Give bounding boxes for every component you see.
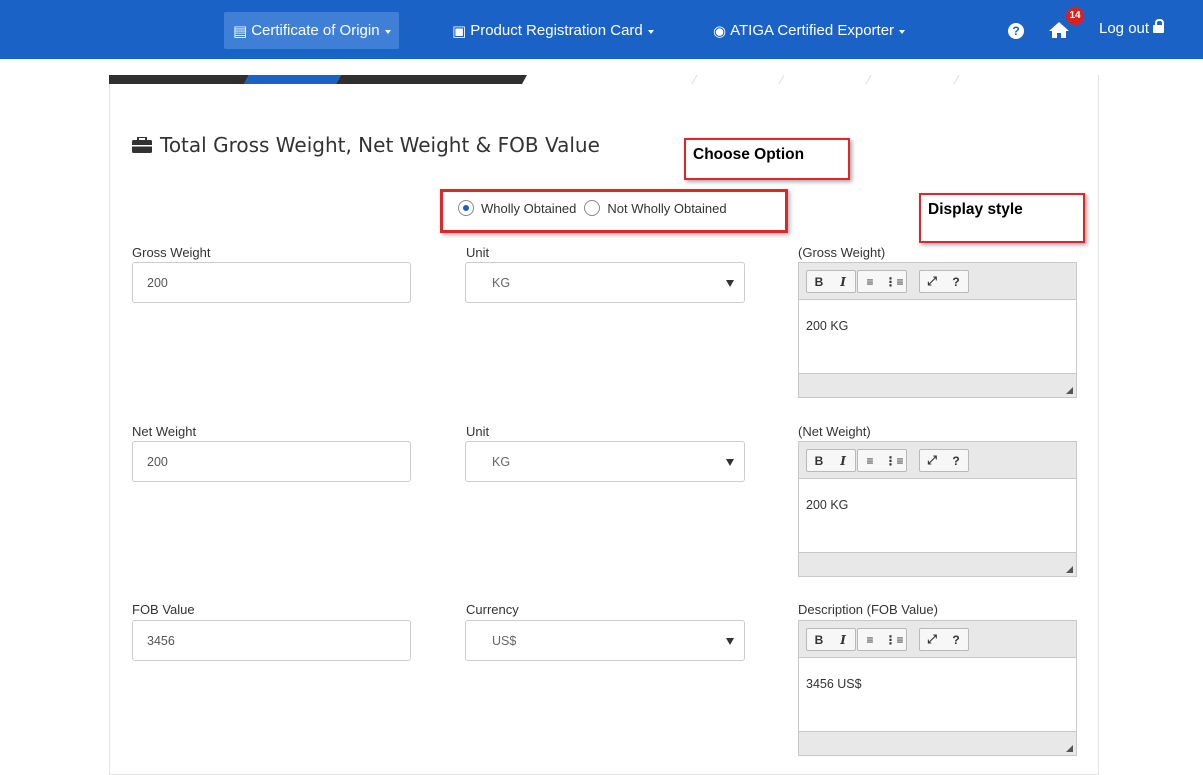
editor-statusbar [799, 552, 1076, 576]
italic-button[interactable]: I [831, 450, 855, 471]
certified-exporter-icon: ◉ [713, 22, 727, 40]
section-title: Total Gross Weight, Net Weight & FOB Val… [132, 133, 600, 157]
bold-button[interactable]: B [807, 629, 831, 650]
chevron-down-icon [899, 30, 906, 34]
italic-button[interactable]: I [831, 271, 855, 292]
nav-product-registration-card[interactable]: ▣ Product Registration Card [452, 12, 654, 49]
fob-editor-label: Description (FOB Value) [798, 602, 938, 617]
help-icon[interactable]: ? [1008, 23, 1024, 39]
radio-wholly-obtained[interactable] [458, 200, 474, 216]
net-weight-input[interactable]: 200 [132, 441, 411, 482]
choose-option-text: Choose Option [693, 146, 805, 163]
nav-atiga-label: ATIGA Certified Exporter [730, 22, 895, 39]
gross-unit-value: KG [492, 276, 511, 290]
gross-unit-select[interactable]: KG [465, 262, 745, 303]
registration-card-icon: ▣ [452, 22, 467, 40]
briefcase-icon [132, 137, 152, 153]
editor-statusbar [799, 373, 1076, 397]
unordered-list-icon[interactable]: ⋮≡ [882, 629, 906, 650]
dropdown-arrow-icon [726, 638, 734, 645]
chevron-down-icon [384, 30, 391, 34]
unordered-list-icon[interactable]: ⋮≡ [882, 271, 906, 292]
editor-statusbar [799, 731, 1076, 755]
nav-certificate-label: Certificate of Origin [251, 22, 380, 39]
lock-icon [1153, 18, 1165, 35]
nav-product-label: Product Registration Card [470, 22, 643, 39]
fullscreen-icon[interactable]: ⤢ [920, 450, 944, 471]
logout-label: Log out [1099, 20, 1150, 37]
currency-value: US$ [492, 634, 517, 648]
ordered-list-icon[interactable]: ≡ [858, 271, 882, 292]
help-button[interactable]: ? [944, 450, 968, 471]
ordered-list-icon[interactable]: ≡ [858, 629, 882, 650]
bold-button[interactable]: B [807, 450, 831, 471]
editor-content[interactable]: 200 KG [799, 300, 1076, 373]
fob-value-editor[interactable]: B I ≡ ⋮≡ ⤢ ? 3456 US$ [798, 620, 1077, 756]
resize-grip-icon[interactable] [1066, 387, 1073, 394]
origin-option-group: Wholly Obtained Not Wholly Obtained [458, 200, 727, 216]
net-unit-select[interactable]: KG [465, 441, 745, 482]
gross-weight-editor[interactable]: B I ≡ ⋮≡ ⤢ ? 200 KG [798, 262, 1077, 398]
chevron-down-icon [647, 30, 654, 34]
resize-grip-icon[interactable] [1066, 745, 1073, 752]
gross-weight-label: Gross Weight [132, 245, 211, 260]
help-button[interactable]: ? [944, 271, 968, 292]
editor-content[interactable]: 3456 US$ [799, 658, 1076, 731]
fob-value-label: FOB Value [132, 602, 195, 617]
fullscreen-icon[interactable]: ⤢ [920, 629, 944, 650]
currency-select[interactable]: US$ [465, 620, 745, 661]
radio-not-wholly-obtained[interactable] [584, 200, 601, 216]
net-unit-label: Unit [466, 424, 490, 439]
resize-grip-icon[interactable] [1066, 566, 1073, 573]
italic-button[interactable]: I [831, 629, 855, 650]
unordered-list-icon[interactable]: ⋮≡ [882, 450, 906, 471]
editor-toolbar: B I ≡ ⋮≡ ⤢ ? [799, 263, 1076, 300]
fullscreen-icon[interactable]: ⤢ [920, 271, 944, 292]
top-navbar: ▤ Certificate of Origin ▣ Product Regist… [0, 0, 1203, 59]
editor-content[interactable]: 200 KG [799, 479, 1076, 552]
net-unit-value: KG [492, 455, 511, 469]
wholly-obtained-label: Wholly Obtained [481, 200, 577, 216]
choose-option-callout: Choose Option [684, 138, 850, 180]
wizard-progress [109, 75, 1099, 85]
nav-certificate-of-origin[interactable]: ▤ Certificate of Origin [224, 12, 399, 49]
certificate-icon: ▤ [233, 22, 248, 40]
currency-label: Currency [466, 602, 519, 617]
not-wholly-obtained-label: Not Wholly Obtained [607, 200, 727, 216]
net-weight-label: Net Weight [132, 424, 197, 439]
ordered-list-icon[interactable]: ≡ [858, 450, 882, 471]
help-button[interactable]: ? [944, 629, 968, 650]
notification-badge: 14 [1066, 7, 1084, 25]
net-editor-label: (Net Weight) [798, 424, 871, 439]
editor-toolbar: B I ≡ ⋮≡ ⤢ ? [799, 442, 1076, 479]
gross-unit-label: Unit [466, 245, 490, 260]
dropdown-arrow-icon [726, 459, 734, 466]
home-icon[interactable] [1048, 21, 1070, 39]
fob-value-input[interactable]: 3456 [132, 620, 411, 661]
editor-toolbar: B I ≡ ⋮≡ ⤢ ? [799, 621, 1076, 658]
nav-atiga-certified-exporter[interactable]: ◉ ATIGA Certified Exporter [713, 12, 906, 49]
dropdown-arrow-icon [726, 280, 734, 287]
logout-link[interactable]: Log out [1099, 18, 1165, 37]
net-weight-editor[interactable]: B I ≡ ⋮≡ ⤢ ? 200 KG [798, 441, 1077, 577]
gross-editor-label: (Gross Weight) [798, 245, 886, 260]
display-style-callout: Display style [919, 193, 1085, 243]
display-style-text: Display style [928, 201, 1023, 218]
section-title-text: Total Gross Weight, Net Weight & FOB Val… [160, 133, 600, 157]
gross-weight-input[interactable]: 200 [132, 262, 411, 303]
bold-button[interactable]: B [807, 271, 831, 292]
